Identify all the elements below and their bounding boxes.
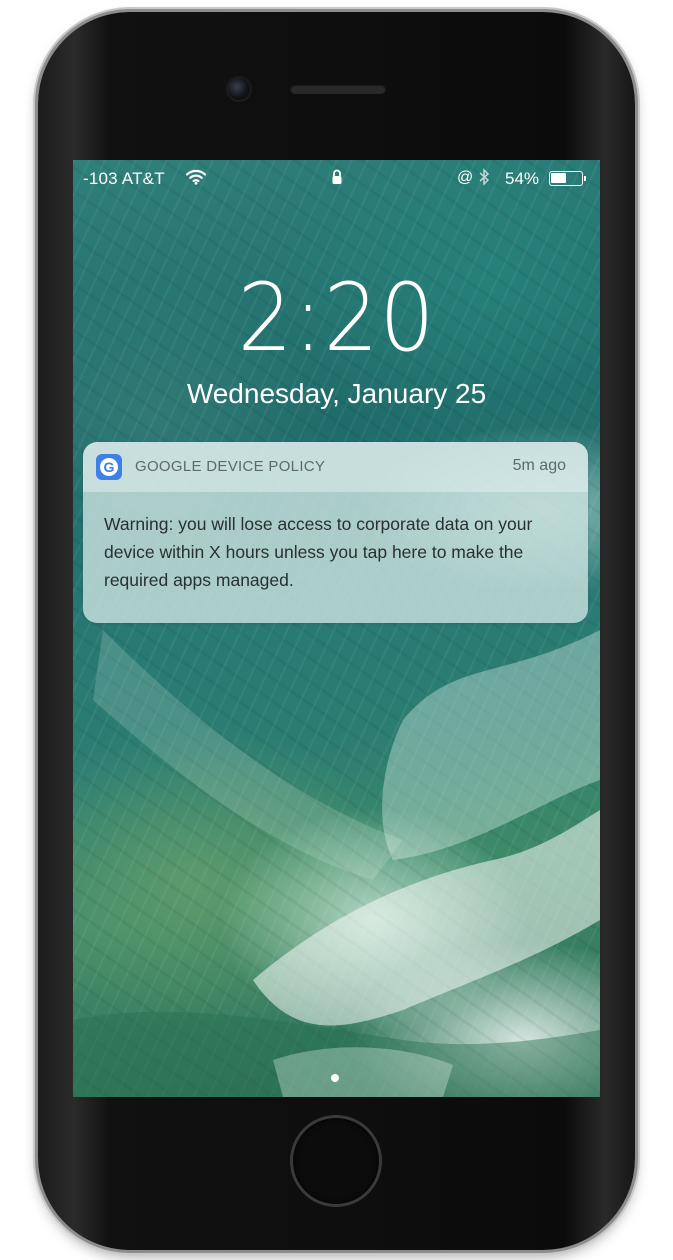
front-camera: [228, 78, 250, 100]
battery-icon: [549, 171, 586, 186]
notification-timestamp: 5m ago: [512, 457, 566, 474]
notification-card[interactable]: G GOOGLE DEVICE POLICY 5m ago Warning: y…: [83, 442, 588, 623]
page-indicator-dot: [331, 1074, 339, 1082]
earpiece-speaker: [290, 84, 386, 94]
status-bar: -103 AT&T @ 54%: [73, 160, 600, 198]
battery-level-fill: [551, 173, 566, 183]
stage: -103 AT&T @ 54% 2:20 Wednesday, January …: [0, 0, 673, 1260]
battery-percentage: 54%: [505, 169, 540, 188]
lock-icon: [331, 169, 343, 190]
app-icon-letter: G: [100, 458, 118, 476]
notification-body: Warning: you will lose access to corpora…: [83, 492, 588, 623]
bluetooth-icon: [478, 168, 490, 191]
home-button[interactable]: [293, 1118, 379, 1204]
google-device-policy-app-icon: G: [96, 454, 122, 480]
lock-screen-time: 2:20: [73, 264, 600, 373]
notification-message: Warning: you will lose access to corpora…: [104, 514, 533, 590]
lock-screen: -103 AT&T @ 54% 2:20 Wednesday, January …: [73, 160, 600, 1097]
time-text: 2:20: [237, 264, 436, 373]
notification-app-name: GOOGLE DEVICE POLICY: [135, 458, 326, 475]
lock-screen-date: Wednesday, January 25: [186, 378, 487, 409]
orientation-lock-icon: @: [457, 169, 474, 186]
notification-header: G GOOGLE DEVICE POLICY 5m ago: [83, 442, 588, 492]
wifi-icon: [185, 169, 207, 190]
carrier-label: -103 AT&T: [83, 169, 165, 188]
